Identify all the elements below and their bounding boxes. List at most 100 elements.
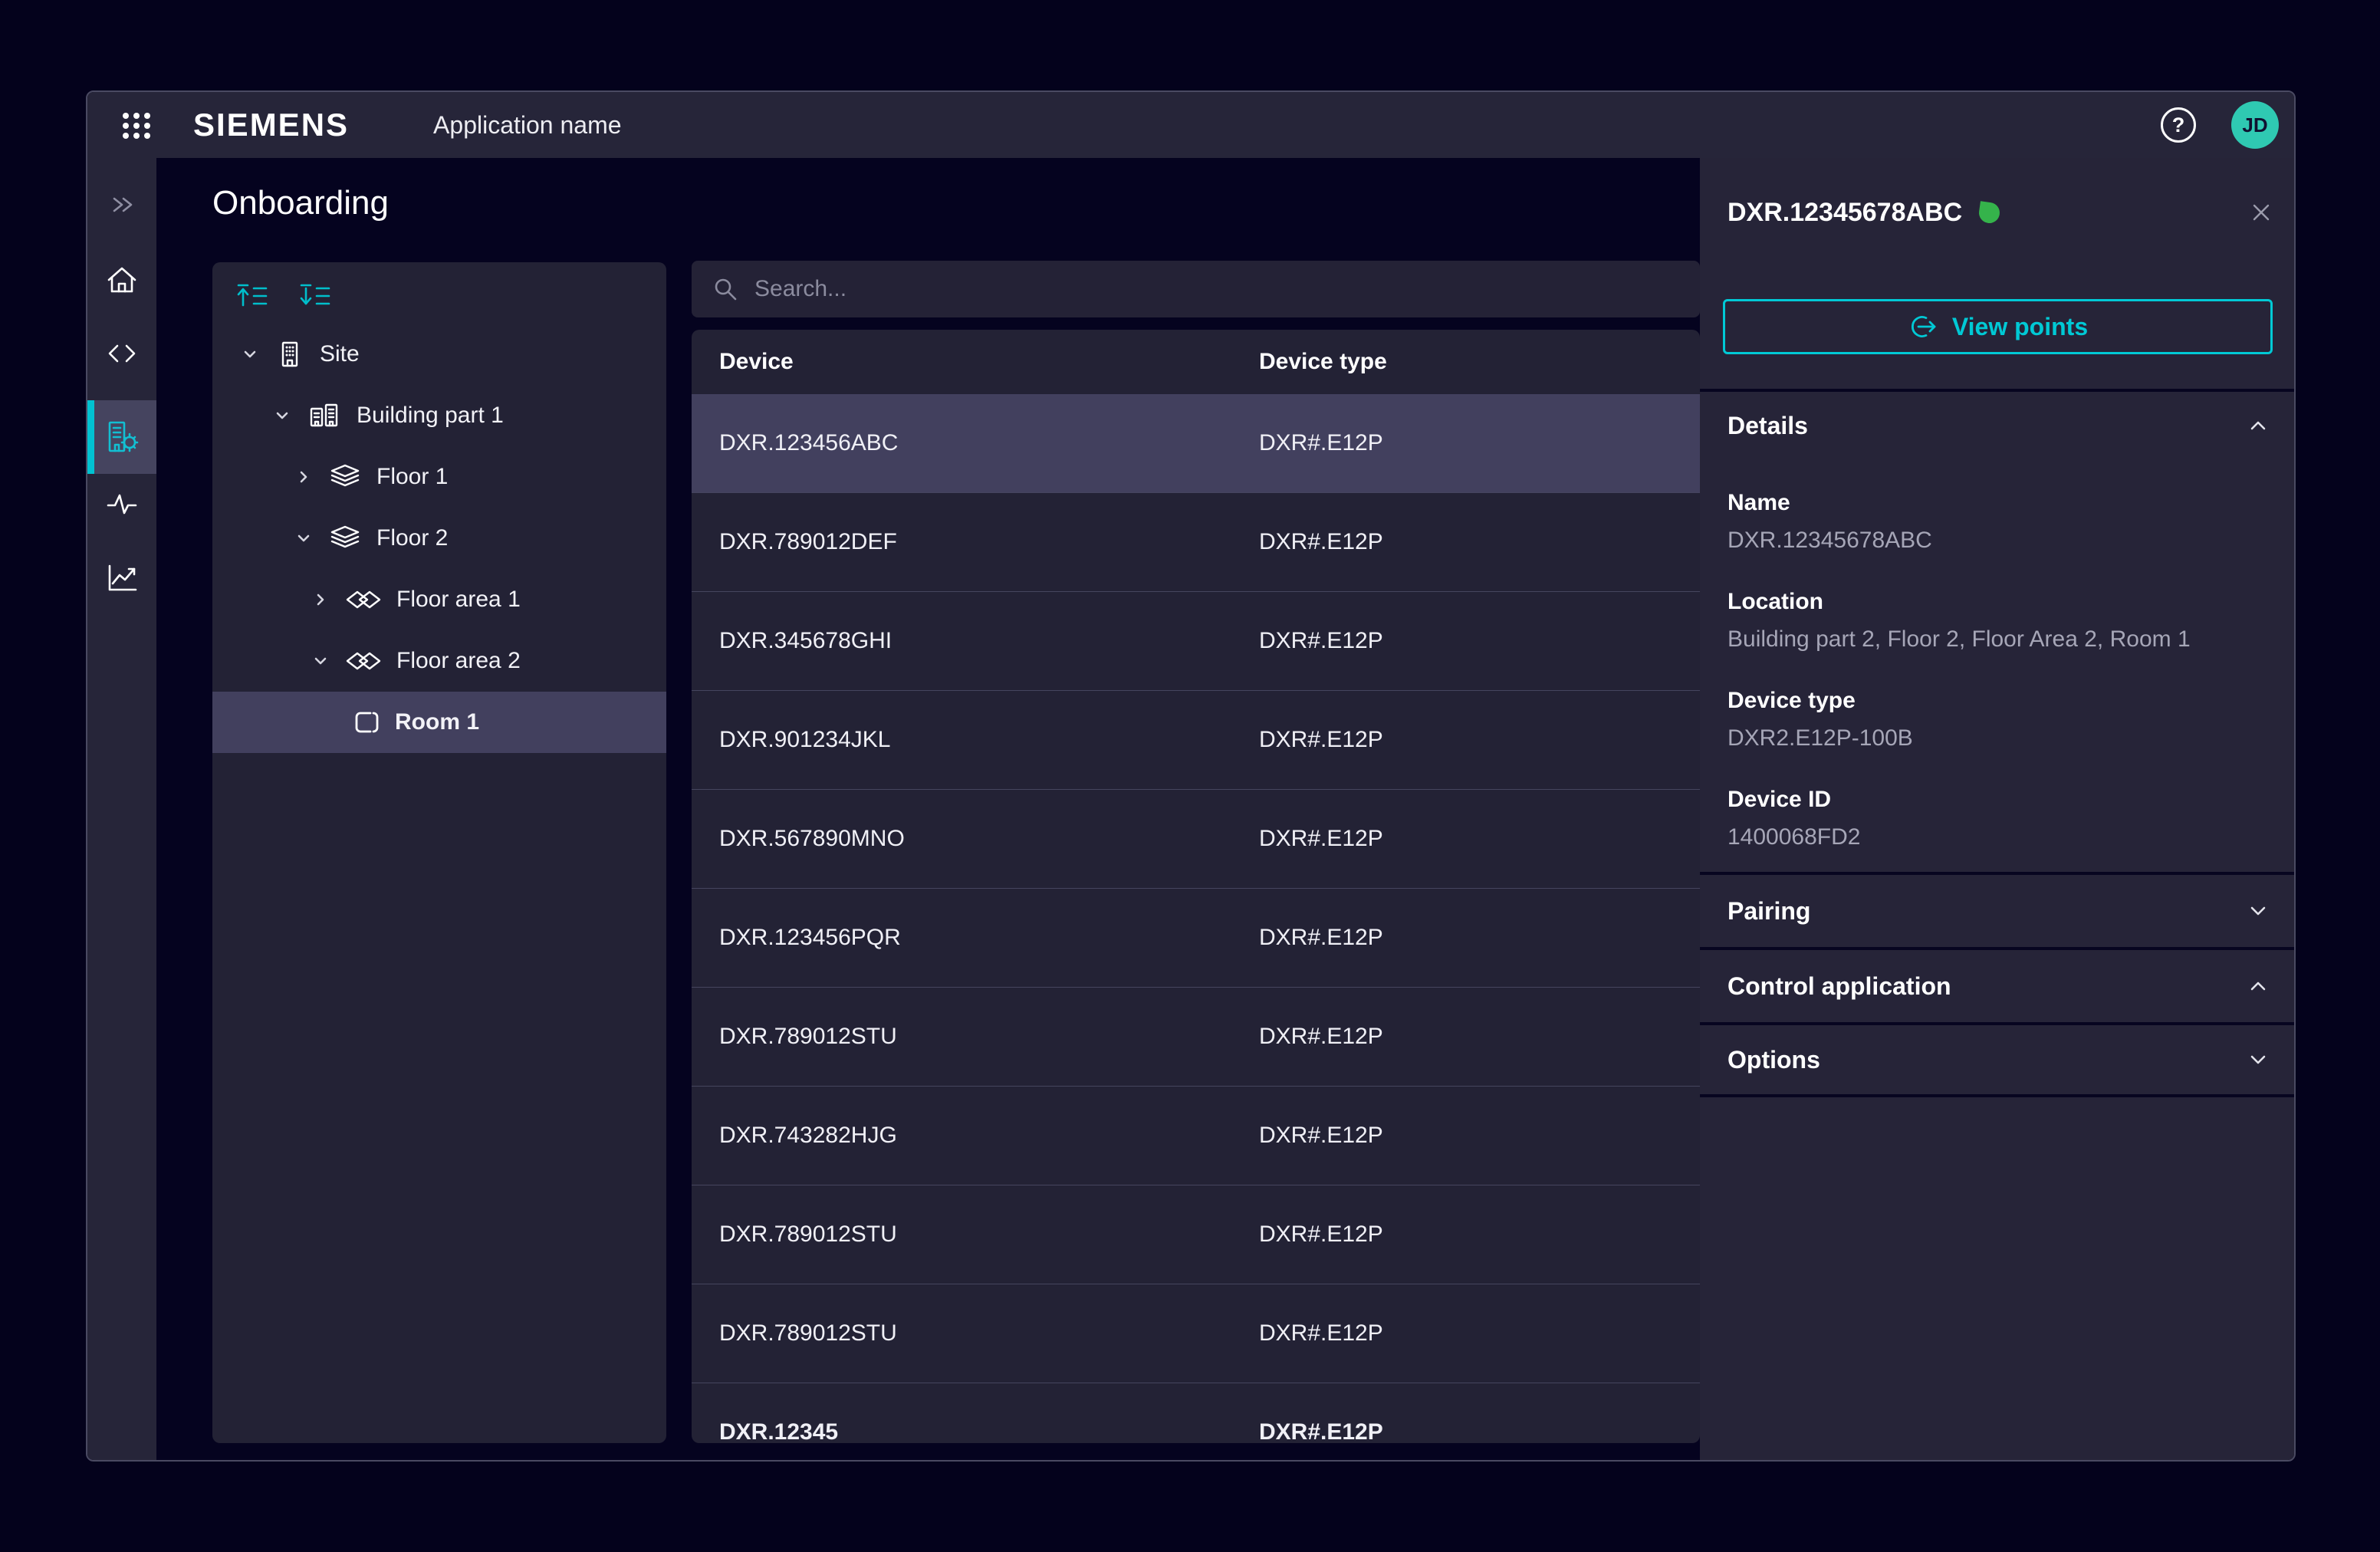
tree-item-floor-area-1[interactable]: Floor area 1 bbox=[212, 569, 666, 630]
page-title: Onboarding bbox=[212, 184, 389, 222]
chevron-down-icon bbox=[2247, 1052, 2270, 1067]
tree-item-label: Floor area 1 bbox=[396, 587, 521, 613]
device-cell: DXR.12345 bbox=[719, 1419, 1259, 1443]
device-detail-drawer: DXR.12345678ABC View points Details Name… bbox=[1700, 158, 2296, 1462]
table-row[interactable]: DXR.12345DXR#.E12P bbox=[692, 1383, 1700, 1443]
search-icon bbox=[712, 275, 739, 303]
device-cell: DXR.123456PQR bbox=[719, 925, 1259, 951]
tree-item-site[interactable]: Site bbox=[212, 324, 666, 385]
collapse-all-icon[interactable] bbox=[235, 282, 269, 310]
floor-icon bbox=[329, 462, 361, 492]
tree-item-label: Site bbox=[320, 341, 360, 367]
table-row[interactable]: DXR.789012STUDXR#.E12P bbox=[692, 1284, 1700, 1383]
section-details[interactable]: Details bbox=[1727, 401, 2270, 450]
tree-item-label: Floor 2 bbox=[376, 525, 448, 551]
device-type-cell: DXR#.E12P bbox=[1259, 1123, 1700, 1149]
device-table: Device Device type DXR.123456ABCDXR#.E12… bbox=[692, 330, 1700, 1443]
chevron-up-icon bbox=[2247, 418, 2270, 433]
device-type-cell: DXR#.E12P bbox=[1259, 1024, 1700, 1050]
chevron-down-icon[interactable] bbox=[294, 528, 314, 548]
device-type-cell: DXR#.E12P bbox=[1259, 727, 1700, 753]
device-cell: DXR.901234JKL bbox=[719, 727, 1259, 753]
room-icon bbox=[352, 709, 380, 736]
field-value: DXR.12345678ABC bbox=[1727, 525, 2270, 556]
field-label: Name bbox=[1727, 488, 2270, 518]
field-value: DXR2.E12P-100B bbox=[1727, 723, 2270, 754]
chevron-down-icon bbox=[2247, 903, 2270, 919]
siemens-logo: SIEMENS bbox=[193, 107, 349, 143]
device-cell: DXR.567890MNO bbox=[719, 826, 1259, 852]
tree-item-label: Floor 1 bbox=[376, 464, 448, 490]
field-label: Location bbox=[1727, 587, 2270, 617]
expand-rail-icon[interactable] bbox=[87, 182, 156, 227]
drawer-title: DXR.12345678ABC bbox=[1727, 198, 1962, 228]
tree-item-floor-area-2[interactable]: Floor area 2 bbox=[212, 630, 666, 692]
leaf-status-icon bbox=[1977, 201, 2000, 224]
column-header-device-type[interactable]: Device type bbox=[1259, 349, 1700, 375]
table-row[interactable]: DXR.123456PQRDXR#.E12P bbox=[692, 889, 1700, 988]
building-part-icon bbox=[307, 401, 341, 430]
field-location: Location Building part 2, Floor 2, Floor… bbox=[1727, 587, 2270, 655]
details-fields: Name DXR.12345678ABC Location Building p… bbox=[1727, 472, 2270, 883]
table-row[interactable]: DXR.789012DEFDXR#.E12P bbox=[692, 493, 1700, 592]
avatar[interactable]: JD bbox=[2231, 101, 2279, 149]
nav-rail bbox=[87, 158, 156, 1460]
chevron-down-icon[interactable] bbox=[311, 651, 330, 671]
tree-item-room-1[interactable]: Room 1 bbox=[212, 692, 666, 753]
column-header-device[interactable]: Device bbox=[719, 349, 1259, 375]
device-type-cell: DXR#.E12P bbox=[1259, 628, 1700, 654]
chevron-down-icon[interactable] bbox=[240, 344, 260, 364]
section-control-application[interactable]: Control application bbox=[1700, 947, 2296, 1022]
device-type-cell: DXR#.E12P bbox=[1259, 529, 1700, 555]
tree-item-building-part-1[interactable]: Building part 1 bbox=[212, 385, 666, 446]
floor-icon bbox=[329, 524, 361, 553]
tree-item-floor-1[interactable]: Floor 1 bbox=[212, 446, 666, 508]
section-label: Details bbox=[1727, 412, 1808, 440]
field-device-type: Device type DXR2.E12P-100B bbox=[1727, 686, 2270, 754]
table-row[interactable]: DXR.789012STUDXR#.E12P bbox=[692, 988, 1700, 1087]
device-cell: DXR.789012DEF bbox=[719, 529, 1259, 555]
device-type-cell: DXR#.E12P bbox=[1259, 925, 1700, 951]
field-name: Name DXR.12345678ABC bbox=[1727, 488, 2270, 556]
home-icon[interactable] bbox=[87, 258, 156, 302]
table-row[interactable]: DXR.123456ABCDXR#.E12P bbox=[692, 394, 1700, 493]
building-icon bbox=[275, 340, 304, 369]
expand-all-icon[interactable] bbox=[298, 282, 332, 310]
search-input[interactable] bbox=[754, 276, 1680, 302]
activity-icon[interactable] bbox=[87, 482, 156, 526]
drawer-header: DXR.12345678ABC bbox=[1727, 189, 2274, 236]
table-row[interactable]: DXR.743282HJGDXR#.E12P bbox=[692, 1087, 1700, 1185]
table-row[interactable]: DXR.789012STUDXR#.E12P bbox=[692, 1185, 1700, 1284]
device-cell: DXR.789012STU bbox=[719, 1222, 1259, 1248]
device-type-cell: DXR#.E12P bbox=[1259, 1222, 1700, 1248]
device-type-cell: DXR#.E12P bbox=[1259, 430, 1700, 456]
table-row[interactable]: DXR.901234JKLDXR#.E12P bbox=[692, 691, 1700, 790]
divider bbox=[1700, 389, 2296, 392]
device-cell: DXR.743282HJG bbox=[719, 1123, 1259, 1149]
tree-item-floor-2[interactable]: Floor 2 bbox=[212, 508, 666, 569]
code-icon[interactable] bbox=[87, 331, 156, 376]
device-type-cell: DXR#.E12P bbox=[1259, 1419, 1700, 1443]
section-options[interactable]: Options bbox=[1700, 1022, 2296, 1097]
chevron-right-icon[interactable] bbox=[311, 590, 330, 610]
application-name: Application name bbox=[433, 111, 621, 140]
chart-icon[interactable] bbox=[87, 555, 156, 600]
floor-area-icon bbox=[346, 589, 381, 610]
section-pairing[interactable]: Pairing bbox=[1700, 872, 2296, 947]
close-icon[interactable] bbox=[2248, 199, 2274, 225]
view-points-button[interactable]: View points bbox=[1723, 299, 2273, 354]
top-header: SIEMENS Application name ? JD bbox=[87, 92, 2294, 158]
field-value: 1400068FD2 bbox=[1727, 822, 2270, 853]
section-label: Options bbox=[1727, 1046, 1820, 1074]
chevron-down-icon[interactable] bbox=[272, 406, 292, 426]
device-cell: DXR.345678GHI bbox=[719, 628, 1259, 654]
chevron-right-icon[interactable] bbox=[294, 467, 314, 487]
tree-toolbar bbox=[212, 262, 666, 324]
help-icon[interactable]: ? bbox=[2161, 107, 2196, 143]
onboarding-nav-icon[interactable] bbox=[87, 400, 156, 474]
table-row[interactable]: DXR.567890MNODXR#.E12P bbox=[692, 790, 1700, 889]
app-launcher-icon[interactable] bbox=[118, 107, 155, 143]
table-row[interactable]: DXR.345678GHIDXR#.E12P bbox=[692, 592, 1700, 691]
tree-item-label: Building part 1 bbox=[357, 403, 504, 429]
section-label: Pairing bbox=[1727, 897, 1810, 926]
